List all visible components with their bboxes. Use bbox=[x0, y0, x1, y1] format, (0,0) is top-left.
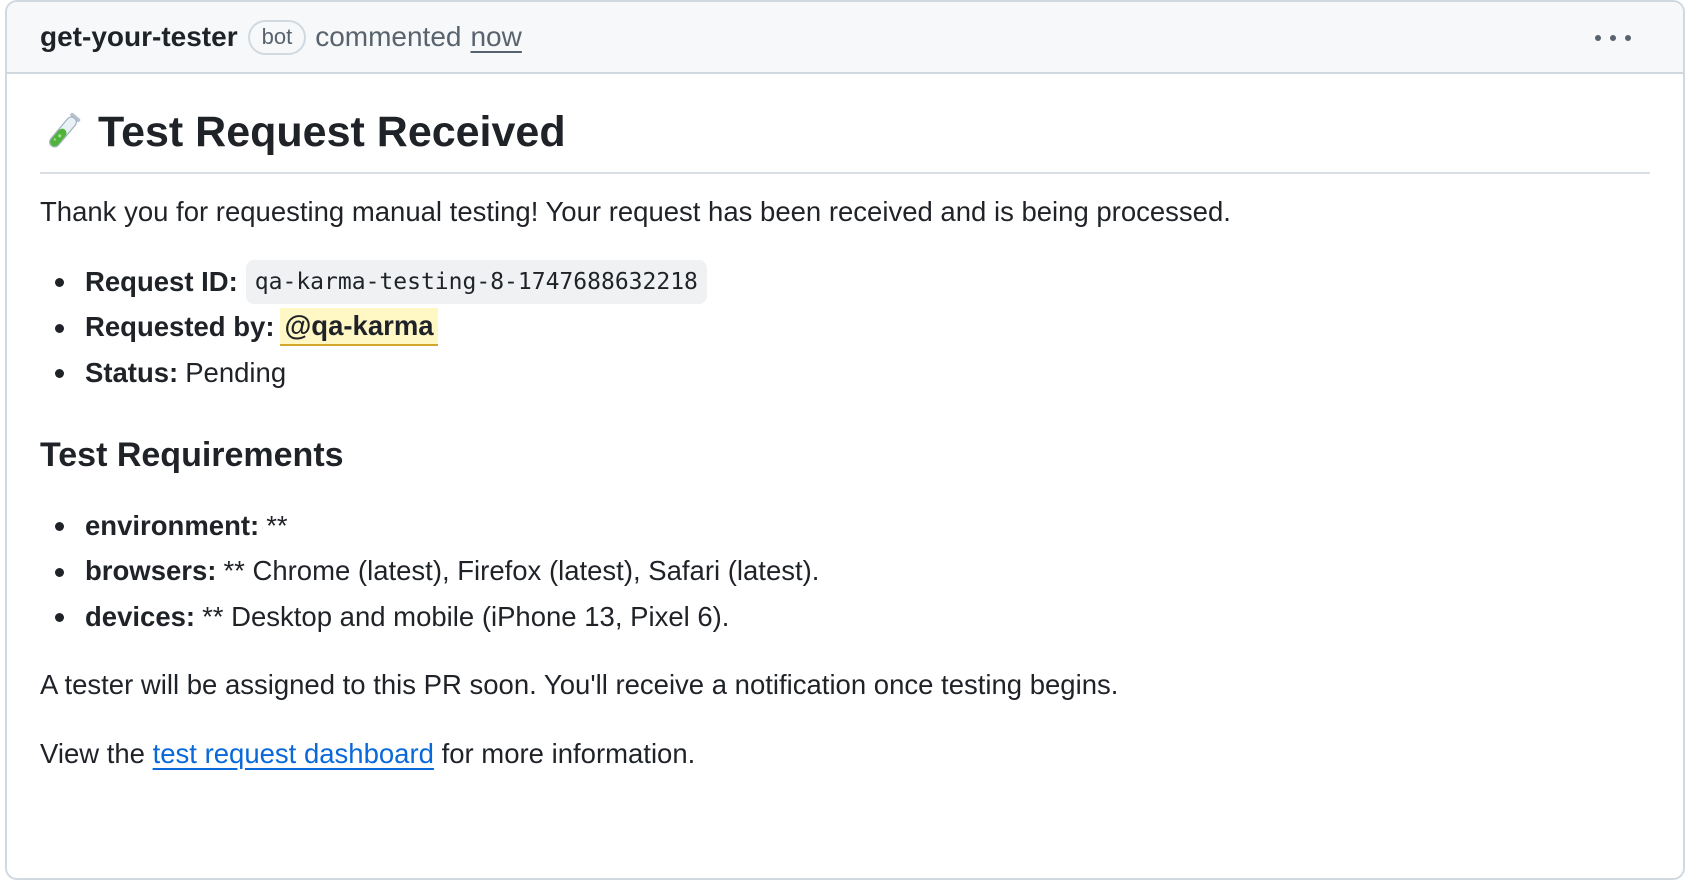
footer-text: View the test request dashboard for more… bbox=[40, 736, 695, 772]
author-link[interactable]: get-your-tester bbox=[40, 21, 238, 53]
comment-card: get-your-tester bot commented now Test R… bbox=[5, 0, 1685, 880]
title-text: Test Request Received bbox=[98, 107, 566, 156]
requested-by-label: Requested by: bbox=[85, 311, 275, 343]
status-value: Pending bbox=[185, 356, 287, 388]
requirement-label: devices: bbox=[85, 600, 196, 632]
timestamp-link[interactable]: now bbox=[470, 21, 521, 53]
list-item: Status: Pending bbox=[55, 350, 707, 396]
user-mention-link[interactable]: @qa-karma bbox=[280, 308, 438, 347]
requirements-list: environment: ** browsers: ** Chrome (lat… bbox=[40, 503, 819, 640]
request-meta-list: Request ID: qa-karma-testing-8-174768863… bbox=[40, 259, 707, 396]
list-item: Requested by: @qa-karma bbox=[55, 305, 707, 351]
requirement-label: environment: bbox=[85, 509, 260, 541]
request-id-code: qa-karma-testing-8-1747688632218 bbox=[245, 259, 707, 304]
list-item: browsers: ** Chrome (latest), Firefox (l… bbox=[54, 549, 820, 595]
status-label: Status: bbox=[85, 356, 179, 388]
kebab-dot bbox=[1610, 35, 1616, 41]
list-item: devices: ** Desktop and mobile (iPhone 1… bbox=[54, 594, 819, 640]
requirement-value: ** Desktop and mobile (iPhone 13, Pixel … bbox=[202, 600, 730, 632]
more-options-icon[interactable] bbox=[1595, 28, 1631, 48]
intro-text: Thank you for requesting manual testing!… bbox=[40, 196, 1231, 227]
comment-header: get-your-tester bot commented now bbox=[7, 2, 1683, 74]
kebab-dot bbox=[1625, 35, 1631, 41]
kebab-dot bbox=[1595, 35, 1601, 41]
requirement-value: ** Chrome (latest), Firefox (latest), Sa… bbox=[223, 555, 820, 587]
list-item: environment: ** bbox=[54, 503, 819, 549]
comment-action: commented bbox=[315, 21, 462, 52]
footer-suffix: for more information. bbox=[441, 738, 696, 769]
dashboard-link[interactable]: test request dashboard bbox=[153, 738, 434, 769]
comment-title: Test Request Received bbox=[40, 102, 1650, 174]
list-item: Request ID: qa-karma-testing-8-174768863… bbox=[55, 259, 707, 305]
requirement-label: browsers: bbox=[85, 555, 217, 587]
test-tube-icon bbox=[49, 112, 81, 148]
request-id-label: Request ID: bbox=[85, 265, 238, 297]
bot-badge: bot bbox=[247, 19, 307, 55]
assignment-note: A tester will be assigned to this PR soo… bbox=[40, 669, 1119, 700]
requirements-heading: Test Requirements bbox=[40, 436, 344, 474]
footer-prefix: View the bbox=[40, 738, 145, 769]
requirement-value: ** bbox=[266, 509, 288, 541]
